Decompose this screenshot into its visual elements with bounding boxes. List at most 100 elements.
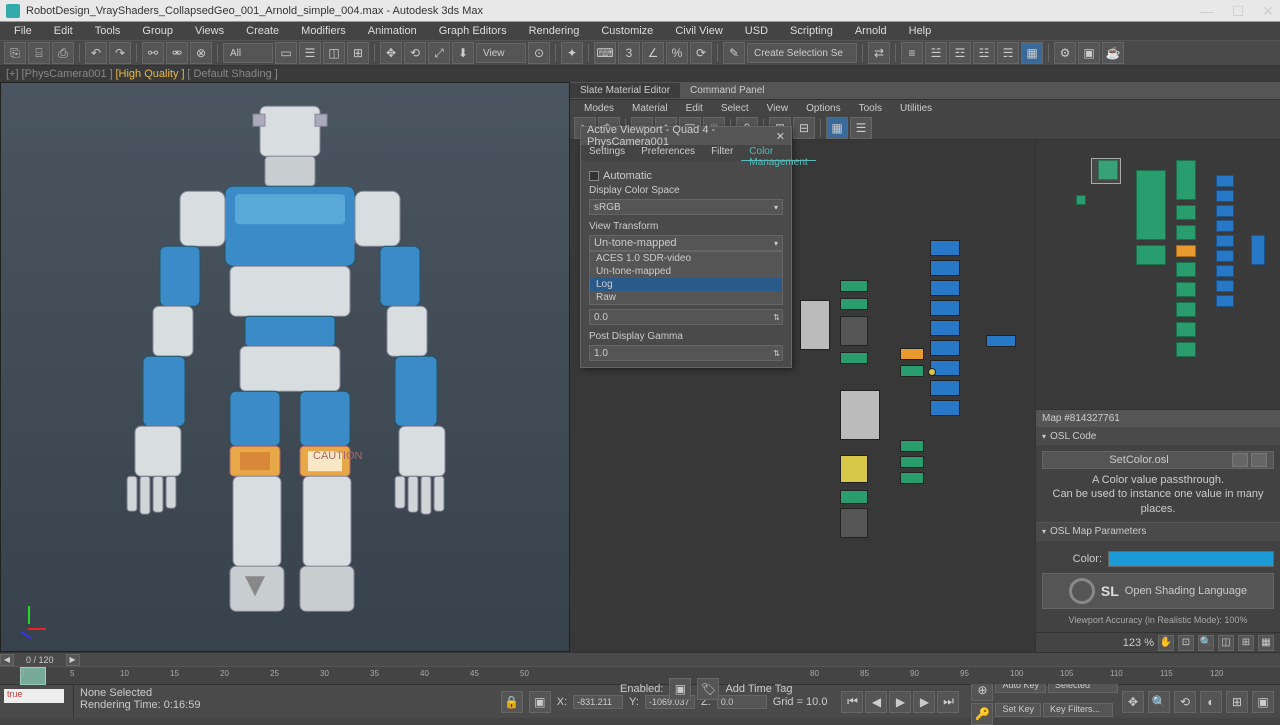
osl-reload-icon[interactable] [1251,453,1267,467]
osl-edit-icon[interactable] [1232,453,1248,467]
ref-coord-dropdown[interactable]: View [476,43,526,63]
zoom-region-icon[interactable]: ◫ [1218,635,1234,651]
mirror-icon[interactable]: ⇄ [868,42,890,64]
node[interactable] [840,508,868,538]
menu-rendering[interactable]: Rendering [519,23,590,39]
layout2-icon[interactable]: ⊟ [793,117,815,139]
align-icon[interactable]: ≡ [901,42,923,64]
close-button[interactable]: ✕ [1262,4,1274,18]
menu-modifiers[interactable]: Modifiers [291,23,356,39]
subtab-options[interactable]: Options [798,102,848,115]
menu-edit[interactable]: Edit [44,23,83,39]
nav-orbit-icon[interactable]: ⟲ [1174,691,1196,713]
spinner-snap-icon[interactable]: ⟳ [690,42,712,64]
node[interactable] [930,380,960,396]
node[interactable] [900,456,924,468]
menu-usd[interactable]: USD [735,23,778,39]
time-slider[interactable]: ◀ 0 / 120 ▶ [0,652,1280,666]
enabled-icon[interactable]: ▣ [669,678,691,700]
layer-explorer-icon[interactable]: ☲ [949,42,971,64]
maximize-button[interactable]: ☐ [1232,4,1245,18]
vt-option[interactable]: ACES 1.0 SDR-video [590,252,782,265]
scale-icon[interactable]: ⤢ [428,42,450,64]
named-selection[interactable]: Create Selection Se [747,43,857,63]
save-icon[interactable]: ⎙ [52,42,74,64]
goto-end-icon[interactable]: ⏭ [937,691,959,713]
lock-icon[interactable]: 🔒 [501,691,523,713]
vt-option[interactable]: Log [590,278,782,291]
time-tag-icon[interactable]: 🏷 [697,678,719,700]
viewport-status[interactable]: [+] [PhysCamera001 ] [High Quality ] [ D… [0,66,1280,82]
curve-editor-icon[interactable]: ☳ [973,42,995,64]
zoom-layout-icon[interactable]: ▦ [1258,635,1274,651]
node[interactable] [930,300,960,316]
color-swatch[interactable] [1108,551,1274,567]
menu-group[interactable]: Group [132,23,183,39]
node-dot[interactable] [928,368,936,376]
x-coord[interactable]: -831.211 [573,695,623,709]
zoom-fit-icon[interactable]: ⊡ [1178,635,1194,651]
goto-start-icon[interactable]: ⏮ [841,691,863,713]
layer-icon[interactable]: ☱ [925,42,947,64]
exposure-spinner[interactable]: 0.0 [589,309,783,325]
nav-pan-icon[interactable]: ✥ [1122,691,1144,713]
node[interactable] [930,280,960,296]
node[interactable] [986,335,1016,347]
selection-filter[interactable]: All [223,43,273,63]
node[interactable] [840,298,868,310]
keyboard-icon[interactable]: ⌨ [594,42,616,64]
tab-color-management[interactable]: Color Management [741,145,815,161]
nav-extents-icon[interactable]: ⊞ [1226,691,1248,713]
dialog-titlebar[interactable]: Active Viewport - Quad 4 - PhysCamera001… [581,127,791,145]
node[interactable] [930,240,960,256]
node[interactable] [930,400,960,416]
subtab-tools[interactable]: Tools [851,102,890,115]
tab-preferences[interactable]: Preferences [633,145,703,161]
open-icon[interactable]: ⌸ [28,42,50,64]
key-filters-button[interactable]: Key Filters... [1043,703,1113,717]
node[interactable] [840,352,868,364]
prev-frame-icon[interactable]: ◀ [865,691,887,713]
subtab-select[interactable]: Select [713,102,757,115]
menu-create[interactable]: Create [236,23,289,39]
menu-tools[interactable]: Tools [85,23,131,39]
redo-icon[interactable]: ↷ [109,42,131,64]
tab-command-panel[interactable]: Command Panel [680,83,774,98]
unlink-icon[interactable]: ⚮ [166,42,188,64]
material-editor-icon[interactable]: ▦ [1021,42,1043,64]
display-color-space-dropdown[interactable]: sRGB [589,199,783,215]
new-icon[interactable]: ⎘ [4,42,26,64]
subtab-utilities[interactable]: Utilities [892,102,940,115]
node[interactable] [840,316,868,346]
select-region-icon[interactable]: ◫ [323,42,345,64]
vt-option[interactable]: Raw [590,291,782,304]
add-time-tag[interactable]: Add Time Tag [725,683,792,695]
node[interactable] [900,472,924,484]
render-setup-icon[interactable]: ⚙ [1054,42,1076,64]
dialog-close-icon[interactable]: ✕ [776,130,785,143]
next-key-icon[interactable]: ▶ [66,654,80,666]
pivot-icon[interactable]: ⊙ [528,42,550,64]
node[interactable] [930,260,960,276]
snap-icon[interactable]: 3 [618,42,640,64]
maxscript-listener[interactable]: true [4,689,64,703]
manipulate-icon[interactable]: ✦ [561,42,583,64]
subtab-edit[interactable]: Edit [678,102,711,115]
minimize-button[interactable]: — [1200,4,1214,18]
rollout-osl-params[interactable]: OSL Map Parameters [1036,523,1280,541]
node[interactable] [840,280,868,292]
tab-filter[interactable]: Filter [703,145,741,161]
nav-fov-icon[interactable]: ◐ [1200,691,1222,713]
tab-slate-material[interactable]: Slate Material Editor [570,83,680,98]
setkey-button[interactable]: Set Key [995,703,1041,717]
bind-icon[interactable]: ⊗ [190,42,212,64]
menu-civil-view[interactable]: Civil View [665,23,732,39]
nav-maximize-icon[interactable]: ▣ [1252,691,1274,713]
angle-snap-icon[interactable]: ∠ [642,42,664,64]
subtab-material[interactable]: Material [624,102,676,115]
prev-key-icon[interactable]: ◀ [0,654,14,666]
grid-icon[interactable]: ▦ [826,117,848,139]
render-frame-icon[interactable]: ▣ [1078,42,1100,64]
node[interactable] [840,390,880,440]
move-icon[interactable]: ✥ [380,42,402,64]
